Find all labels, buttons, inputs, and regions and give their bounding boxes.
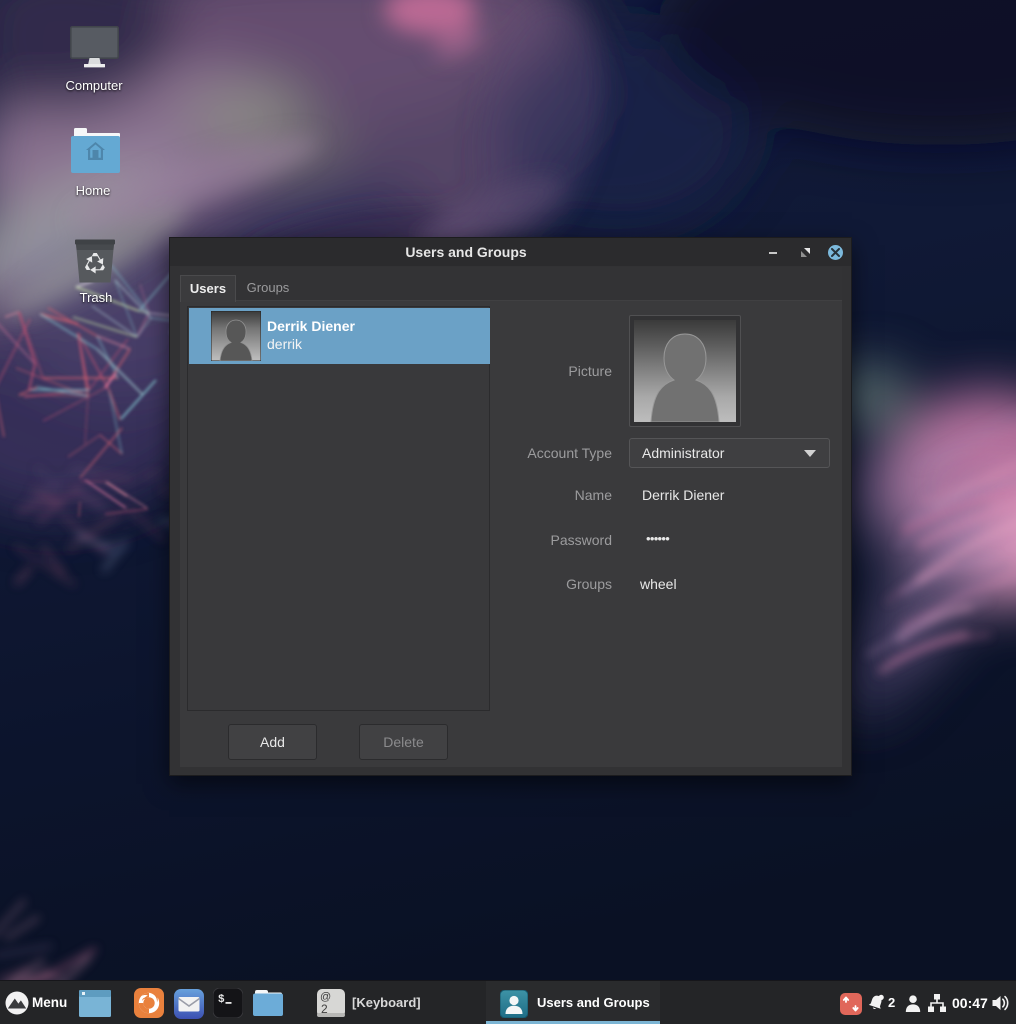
svg-text:2: 2 [321, 1002, 328, 1016]
svg-text:$: $ [218, 994, 225, 1006]
